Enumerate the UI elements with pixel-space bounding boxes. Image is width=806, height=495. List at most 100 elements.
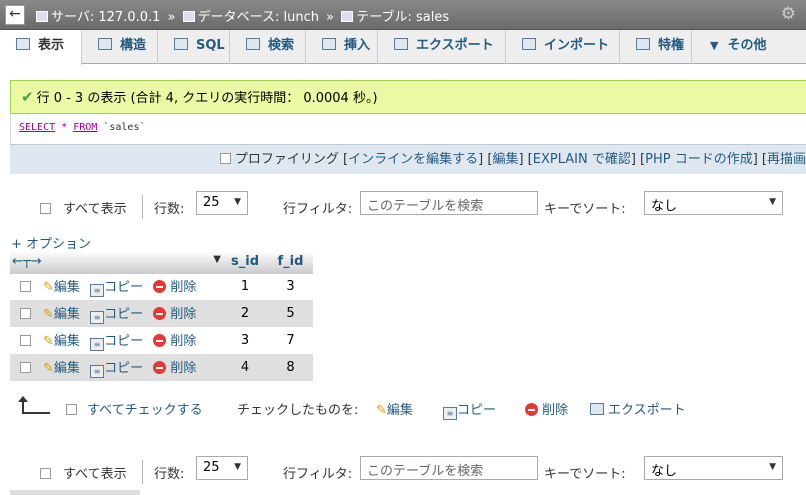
tab-search[interactable]: 検索: [230, 30, 306, 64]
tab-more[interactable]: ▼ その他: [692, 30, 806, 64]
bulk-actions: すべてチェックする チェックしたものを: ✎編集 ≡ コピー 削除 エクスポート: [0, 396, 806, 420]
structure-icon: [98, 38, 112, 50]
delete-icon: [153, 307, 167, 320]
chevron-down-icon: ▼: [234, 197, 241, 207]
row-checkbox[interactable]: [20, 362, 31, 373]
breadcrumb-server[interactable]: サーバ: 127.0.0.1: [51, 10, 160, 25]
sort-by-key-select[interactable]: なし ▼: [644, 191, 783, 215]
create-php-code-link[interactable]: PHP コードの作成: [645, 152, 753, 167]
bulk-copy-button[interactable]: ≡ コピー: [443, 399, 496, 420]
cell-s-id[interactable]: 4: [222, 354, 268, 381]
check-all-label: すべてチェックする: [87, 403, 203, 418]
edit-link[interactable]: 編集: [492, 152, 518, 167]
sort-value: なし: [651, 464, 678, 479]
import-icon: [522, 38, 536, 50]
edit-link[interactable]: 編集: [54, 280, 80, 295]
row-actions: ✎編集 ≡ コピー 削除: [10, 354, 222, 381]
profiling-checkbox[interactable]: [219, 153, 231, 164]
bulk-export-button[interactable]: エクスポート: [590, 399, 686, 418]
delete-link[interactable]: 削除: [170, 280, 196, 295]
cell-s-id[interactable]: 2: [222, 300, 268, 327]
tab-structure[interactable]: 構造: [82, 30, 158, 64]
tab-sql[interactable]: SQL: [158, 30, 230, 64]
rows-label: 行数:: [154, 467, 185, 482]
column-resize-icon[interactable]: ←┬→: [12, 254, 42, 269]
copy-link[interactable]: コピー: [104, 361, 143, 376]
bulk-edit-button[interactable]: ✎編集: [376, 399, 413, 418]
row-checkbox[interactable]: [20, 281, 31, 293]
cell-s-id[interactable]: 3: [222, 327, 268, 354]
copy-link[interactable]: コピー: [104, 334, 143, 349]
cell-f-id[interactable]: 3: [268, 273, 313, 300]
tab-insert[interactable]: 挿入: [306, 30, 378, 64]
edit-link[interactable]: 編集: [54, 361, 80, 376]
gear-icon[interactable]: ⚙: [781, 4, 796, 24]
sort-by-key-label: キーでソート:: [544, 467, 626, 482]
row-filter-input[interactable]: このテーブルを検索: [360, 191, 538, 215]
rows-select[interactable]: 25 ▼: [196, 456, 248, 480]
check-all-control[interactable]: すべてチェックする: [66, 399, 203, 418]
explain-link[interactable]: EXPLAIN で確認: [533, 152, 631, 167]
inline-edit-link[interactable]: インラインを編集する: [348, 152, 478, 167]
privileges-icon: [636, 38, 650, 50]
table-row: ✎編集 ≡ コピー 削除 2 5: [10, 300, 313, 327]
cell-s-id[interactable]: 1: [222, 273, 268, 300]
delete-link[interactable]: 削除: [170, 307, 196, 322]
rows-value: 25: [203, 460, 220, 475]
row-checkbox[interactable]: [20, 308, 31, 319]
check-all-checkbox[interactable]: [66, 404, 77, 415]
cell-f-id[interactable]: 5: [268, 300, 313, 327]
show-all-control[interactable]: すべて表示: [40, 463, 127, 482]
options-link[interactable]: + オプション: [11, 233, 91, 252]
horizontal-scrollbar[interactable]: [10, 490, 140, 495]
row-filter-label: 行フィルタ:: [283, 467, 353, 482]
bulk-delete-button[interactable]: 削除: [525, 399, 568, 418]
chevron-down-icon[interactable]: ▼: [213, 254, 221, 265]
back-arrow-icon[interactable]: ←: [5, 5, 25, 25]
breadcrumb: サーバ: 127.0.0.1 » データベース: lunch » テーブル: s…: [36, 6, 449, 25]
sort-by-key-select[interactable]: なし ▼: [644, 456, 783, 480]
tab-browse[interactable]: 表示: [0, 30, 82, 65]
breadcrumb-database[interactable]: データベース: lunch: [198, 10, 319, 25]
delete-icon: [153, 280, 167, 294]
column-header-f-id[interactable]: f_id: [268, 251, 313, 274]
success-message: ✔ 行 0 - 3 の表示 (合計 4, クエリの実行時間： 0.0004 秒。): [10, 80, 806, 114]
tab-bar: 表示 構造 SQL 検索 挿入 エクスポート インポート 特権 ▼ その他: [0, 30, 806, 65]
tab-import[interactable]: インポート: [506, 30, 620, 64]
row-checkbox[interactable]: [20, 335, 31, 346]
delete-link[interactable]: 削除: [170, 334, 196, 349]
pencil-icon: ✎: [43, 334, 54, 349]
check-icon: ✔: [21, 88, 34, 106]
copy-link[interactable]: コピー: [104, 280, 143, 295]
sql-keyword[interactable]: FROM: [73, 122, 97, 133]
table-header-actions: ←┬→ ▼: [10, 251, 222, 274]
row-actions: ✎編集 ≡ コピー 削除: [10, 327, 222, 354]
column-header-s-id[interactable]: s_id: [222, 251, 268, 274]
row-actions: ✎編集 ≡ コピー 削除: [10, 300, 222, 327]
tab-label: その他: [727, 38, 767, 53]
breadcrumb-table[interactable]: テーブル: sales: [356, 10, 449, 25]
show-all-checkbox[interactable]: [40, 203, 51, 214]
insert-icon: [322, 38, 336, 50]
cell-f-id[interactable]: 8: [268, 354, 313, 381]
edit-link[interactable]: 編集: [54, 334, 80, 349]
refresh-link[interactable]: 再描画: [767, 152, 806, 167]
row-filter-input[interactable]: このテーブルを検索: [360, 456, 538, 480]
delete-link[interactable]: 削除: [170, 361, 196, 376]
tab-privileges[interactable]: 特権: [620, 30, 692, 64]
sql-keyword[interactable]: SELECT: [19, 122, 55, 133]
rows-select[interactable]: 25 ▼: [196, 191, 248, 215]
show-all-control[interactable]: すべて表示: [40, 198, 127, 217]
edit-link[interactable]: 編集: [54, 307, 80, 322]
table-icon: [341, 11, 354, 22]
show-all-checkbox[interactable]: [40, 468, 51, 479]
sql-query-box: SELECT * FROM `sales`: [10, 114, 806, 144]
sql-icon: [174, 38, 188, 50]
breadcrumb-separator: »: [326, 10, 335, 25]
tab-label: 表示: [38, 38, 65, 53]
chevron-down-icon: ▼: [769, 462, 776, 472]
tab-export[interactable]: エクスポート: [378, 30, 506, 64]
tab-label: 特権: [658, 38, 685, 53]
cell-f-id[interactable]: 7: [268, 327, 313, 354]
copy-link[interactable]: コピー: [104, 307, 143, 322]
